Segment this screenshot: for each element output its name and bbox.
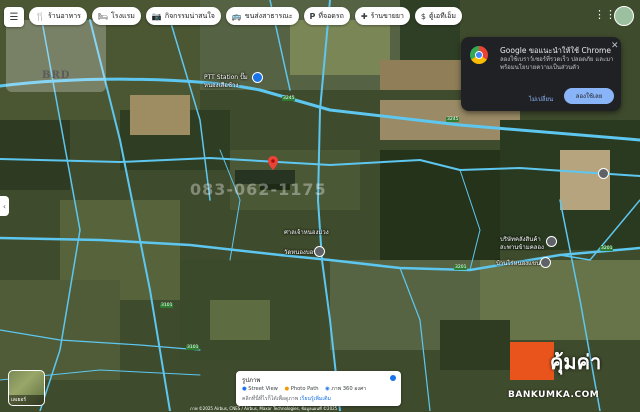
photo-path-icon: ●: [284, 386, 290, 392]
road-number-badge: 3101: [160, 303, 174, 308]
layer-toggle-icon[interactable]: [390, 375, 396, 381]
try-chrome-button[interactable]: ลองใช้เลย: [564, 88, 614, 104]
chip-label: ขนส่งสาธารณะ: [244, 11, 293, 20]
bed-icon: 🛏: [97, 11, 109, 21]
phone-watermark: 083-062-1175: [190, 180, 327, 199]
road-number-badge: 3201: [454, 265, 468, 270]
kumka-logo: คุ้มค่า BANKUMKA.COM: [508, 340, 634, 404]
place-icon[interactable]: [546, 236, 557, 247]
temple-icon[interactable]: [314, 246, 325, 257]
road-number-badge: 3245: [446, 117, 460, 122]
chip-label: ร้านอาหาร: [47, 11, 81, 20]
place-label-shrine[interactable]: ศาลเจ้าหนองม่วง: [284, 227, 329, 237]
atm-icon: $: [420, 11, 426, 21]
avatar[interactable]: [614, 6, 634, 26]
restaurant-icon: 🍴: [35, 11, 45, 21]
logo-site: BANKUMKA.COM: [508, 390, 600, 400]
logo-orange-block: [510, 342, 554, 380]
bus-icon: 🚌: [231, 11, 242, 21]
chip-parking[interactable]: P ที่จอดรถ: [303, 7, 350, 25]
layers-button[interactable]: เลเยอร์: [8, 370, 45, 406]
road-number-badge: 3201: [600, 246, 614, 251]
chip-label: ร้านขายยา: [370, 11, 404, 20]
parking-icon: P: [309, 11, 316, 21]
chrome-logo-icon: [470, 46, 488, 64]
expand-side-panel-button[interactable]: ‹: [0, 196, 9, 216]
menu-button[interactable]: ☰: [4, 7, 24, 27]
chip-transit[interactable]: 🚌 ขนส่งสาธารณะ: [225, 7, 299, 25]
place-icon[interactable]: [540, 257, 551, 268]
photo-path-option[interactable]: Photo Path: [291, 386, 319, 392]
photo-layer-card: รูปภาพ ● Street View ● Photo Path ◉ ภาพ …: [236, 371, 401, 406]
chip-pharmacy[interactable]: ✚ ร้านขายยา: [354, 7, 410, 25]
location-pin-icon[interactable]: [268, 156, 278, 170]
chip-label: ตู้เอทีเอ็ม: [428, 11, 456, 20]
chip-things-to-do[interactable]: 📷 กิจกรรมน่าสนใจ: [145, 7, 221, 25]
google-apps-icon[interactable]: ⋮⋮: [594, 8, 616, 21]
chip-restaurants[interactable]: 🍴 ร้านอาหาร: [29, 7, 87, 25]
photo-card-options: ● Street View ● Photo Path ◉ ภาพ 360 องศ…: [242, 385, 366, 393]
place-label-temple[interactable]: วัดหนองบอน: [284, 247, 317, 257]
brd-watermark-logo: BRD: [6, 20, 106, 92]
hamburger-icon: ☰: [9, 11, 19, 23]
category-chip-bar: ☰ 🍴 ร้านอาหาร 🛏 โรงแรม 📷 กิจกรรมน่าสนใจ …: [4, 7, 462, 27]
photo-card-title: รูปภาพ: [242, 377, 261, 384]
chip-atm[interactable]: $ ตู้เอทีเอ็ม: [414, 7, 462, 25]
close-icon[interactable]: ✕: [611, 41, 619, 51]
logo-name: คุ้มค่า: [550, 350, 602, 374]
layers-label: เลเยอร์: [9, 395, 44, 405]
place-label-village[interactable]: บ้านไร่หนองแขนา: [496, 258, 544, 268]
place-icon[interactable]: [598, 168, 609, 179]
gas-station-icon[interactable]: [252, 72, 263, 83]
brd-logo-text: BRD: [42, 70, 71, 81]
chip-hotels[interactable]: 🛏 โรงแรม: [91, 7, 141, 25]
camera-icon: 📷: [151, 11, 162, 21]
chip-label: โรงแรม: [111, 11, 135, 20]
photo-card-hint: คลิกที่นี่ที่ไรก็ได้เพื่อดูภาพ: [242, 396, 299, 402]
chip-label: กิจกรรมน่าสนใจ: [164, 11, 215, 20]
place-label-ptt-sub[interactable]: หนองเสือช้าง: [204, 80, 238, 90]
road-number-badge: 3101: [186, 345, 200, 350]
dismiss-button[interactable]: ไม่เปลี่ยน: [529, 94, 553, 104]
chevron-left-icon: ‹: [2, 201, 7, 211]
panorama-360-option[interactable]: ภาพ 360 องศา: [331, 386, 366, 392]
panorama-icon: ◉: [325, 386, 330, 392]
chip-label: ที่จอดรถ: [318, 11, 344, 20]
chrome-promo-popup: Google ขอแนะนำให้ใช้ Chrome ลองใช้เบราว์…: [461, 37, 621, 111]
street-view-option[interactable]: Street View: [248, 386, 278, 392]
pharmacy-icon: ✚: [360, 11, 368, 21]
learn-more-link[interactable]: เรียนรู้เพิ่มเติม: [300, 396, 331, 402]
popup-body: ลองใช้เบราว์เซอร์ที่รวดเร็ว ปลอดภัย และม…: [500, 56, 614, 71]
street-view-icon: ●: [242, 386, 247, 392]
place-label-bridge[interactable]: สะพานข้ามคลอง: [500, 242, 544, 252]
road-number-badge: 3245: [282, 96, 296, 101]
photo-card-footer: คลิกที่นี่ที่ไรก็ได้เพื่อดูภาพ เรียนรู้เ…: [242, 395, 331, 403]
